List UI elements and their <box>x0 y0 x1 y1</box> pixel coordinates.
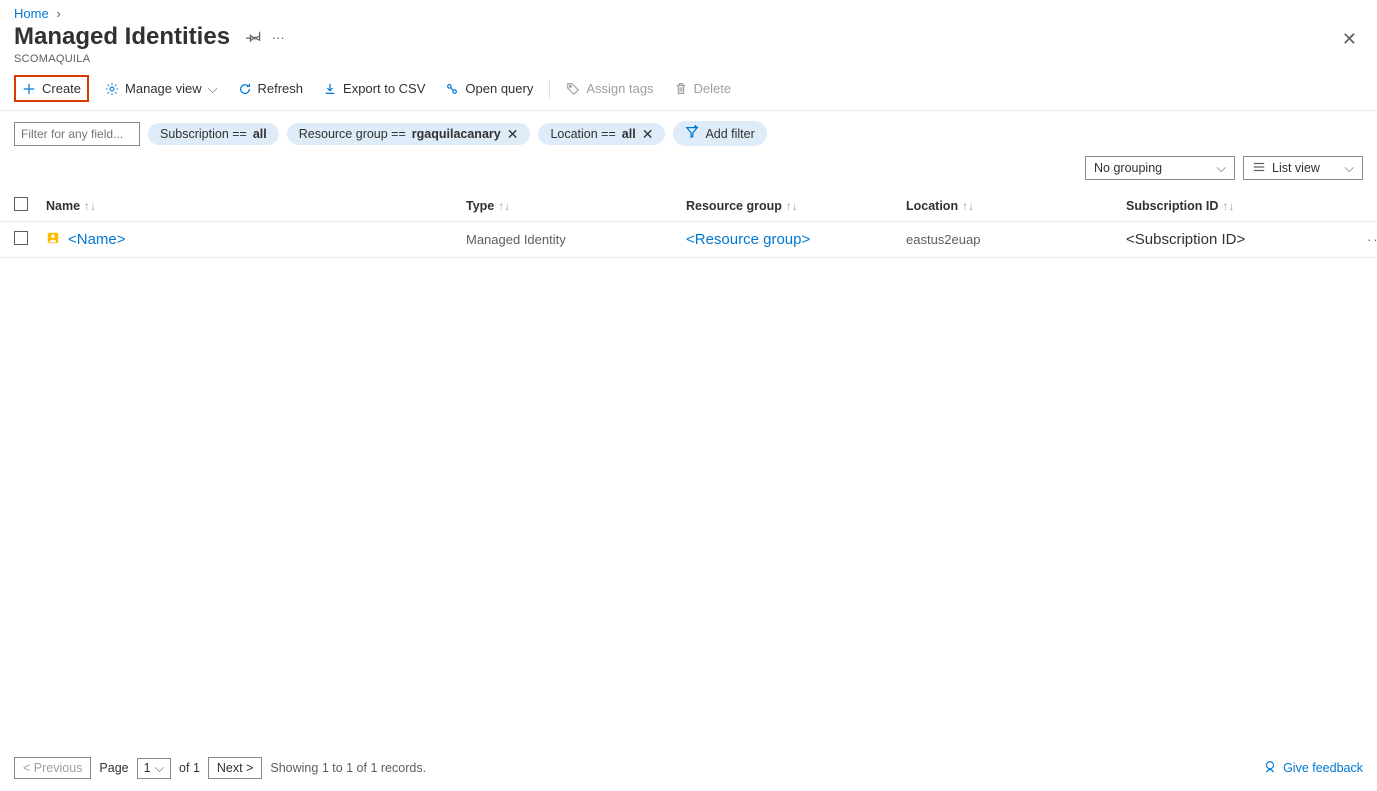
refresh-label: Refresh <box>258 81 304 96</box>
previous-page-button: < Previous <box>14 757 91 779</box>
pin-icon[interactable] <box>246 28 262 47</box>
sort-icon: ↑↓ <box>1222 199 1234 213</box>
filter-pill-location[interactable]: Location == all ✕ <box>538 123 665 145</box>
trash-icon <box>674 82 688 96</box>
export-csv-button[interactable]: Export to CSV <box>319 78 429 99</box>
sort-icon: ↑↓ <box>84 199 96 213</box>
record-summary: Showing 1 to 1 of 1 records. <box>270 761 426 775</box>
page-of-label: of 1 <box>179 761 200 775</box>
chevron-down-icon: ⌵ <box>1217 161 1226 176</box>
identity-icon <box>46 231 60 248</box>
give-feedback-button[interactable]: Give feedback <box>1263 760 1363 777</box>
column-header-location[interactable]: Location↑↓ <box>906 199 1126 213</box>
more-menu-icon[interactable]: ··· <box>272 30 285 45</box>
pill-value: all <box>253 127 267 141</box>
pill-value: all <box>622 127 636 141</box>
close-icon[interactable]: ✕ <box>642 127 654 141</box>
page-label: Page <box>99 761 128 775</box>
breadcrumb-home[interactable]: Home <box>14 6 49 21</box>
cell-type: Managed Identity <box>466 232 686 247</box>
grid-header-row: Name↑↓ Type↑↓ Resource group↑↓ Location↑… <box>0 190 1377 222</box>
feedback-icon <box>1263 760 1277 777</box>
page-value: 1 <box>144 761 151 775</box>
directory-subtitle: SCOMAQUILA <box>14 53 1342 65</box>
pill-value: rgaquilacanary <box>412 127 501 141</box>
table-row[interactable]: <Name> Managed Identity <Resource group>… <box>0 222 1377 258</box>
resource-group-link[interactable]: <Resource group> <box>686 231 810 248</box>
delete-button: Delete <box>670 78 736 99</box>
sort-icon: ↑↓ <box>786 199 798 213</box>
open-query-button[interactable]: Open query <box>441 78 537 99</box>
view-mode-dropdown[interactable]: List view ⌵ <box>1243 156 1363 180</box>
add-filter-label: Add filter <box>705 127 754 141</box>
column-header-subscription[interactable]: Subscription ID↑↓ <box>1126 199 1346 213</box>
pill-label: Location == <box>550 127 615 141</box>
page-select[interactable]: 1 ⌵ <box>137 758 171 779</box>
create-button[interactable]: Create <box>14 75 89 102</box>
column-header-name[interactable]: Name↑↓ <box>46 199 466 213</box>
export-csv-label: Export to CSV <box>343 81 425 96</box>
column-header-type[interactable]: Type↑↓ <box>466 199 686 213</box>
plus-icon <box>22 82 36 96</box>
close-icon[interactable]: ✕ <box>1342 23 1363 50</box>
manage-view-button[interactable]: Manage view ⌵ <box>101 78 221 100</box>
resource-name-link[interactable]: <Name> <box>68 231 126 248</box>
toolbar-separator <box>549 80 550 98</box>
pill-label: Subscription == <box>160 127 247 141</box>
view-mode-value: List view <box>1272 161 1320 175</box>
filter-pill-resource-group[interactable]: Resource group == rgaquilacanary ✕ <box>287 123 531 145</box>
feedback-label: Give feedback <box>1283 761 1363 775</box>
create-label: Create <box>42 81 81 96</box>
download-icon <box>323 82 337 96</box>
manage-view-label: Manage view <box>125 81 202 96</box>
chevron-down-icon: ⌵ <box>208 81 218 97</box>
refresh-icon <box>238 82 252 96</box>
chevron-down-icon: ⌵ <box>1345 161 1354 176</box>
cell-location: eastus2euap <box>906 232 1126 247</box>
assign-tags-label: Assign tags <box>586 81 653 96</box>
pagination-bar: < Previous Page 1 ⌵ of 1 Next > Showing … <box>0 757 1377 779</box>
assign-tags-button: Assign tags <box>562 78 657 99</box>
next-page-button[interactable]: Next > <box>208 757 262 779</box>
grouping-dropdown[interactable]: No grouping ⌵ <box>1085 156 1235 180</box>
resource-grid: Name↑↓ Type↑↓ Resource group↑↓ Location↑… <box>0 190 1377 258</box>
add-filter-button[interactable]: Add filter <box>673 121 766 146</box>
gear-icon <box>105 82 119 96</box>
chevron-right-icon: › <box>56 6 60 21</box>
page-title: Managed Identities <box>14 23 230 51</box>
sort-icon: ↑↓ <box>962 199 974 213</box>
sort-icon: ↑↓ <box>498 199 510 213</box>
open-query-label: Open query <box>465 81 533 96</box>
filter-add-icon <box>685 125 699 142</box>
row-context-menu[interactable]: ··· <box>1346 232 1377 247</box>
filter-bar: Subscription == all Resource group == rg… <box>0 111 1377 146</box>
cell-subscription: <Subscription ID> <box>1126 231 1346 248</box>
close-icon[interactable]: ✕ <box>507 127 519 141</box>
row-checkbox[interactable] <box>14 231 28 245</box>
pill-label: Resource group == <box>299 127 406 141</box>
list-icon <box>1252 160 1266 177</box>
filter-input[interactable] <box>14 122 140 146</box>
breadcrumb: Home › <box>0 0 1377 23</box>
tag-icon <box>566 82 580 96</box>
command-bar: Create Manage view ⌵ Refresh Export to C… <box>0 65 1377 111</box>
select-all-checkbox[interactable] <box>14 197 28 211</box>
filter-pill-subscription[interactable]: Subscription == all <box>148 123 279 145</box>
delete-label: Delete <box>694 81 732 96</box>
chevron-down-icon: ⌵ <box>155 761 164 776</box>
refresh-button[interactable]: Refresh <box>234 78 308 99</box>
query-icon <box>445 82 459 96</box>
grouping-value: No grouping <box>1094 161 1162 175</box>
column-header-resource-group[interactable]: Resource group↑↓ <box>686 199 906 213</box>
